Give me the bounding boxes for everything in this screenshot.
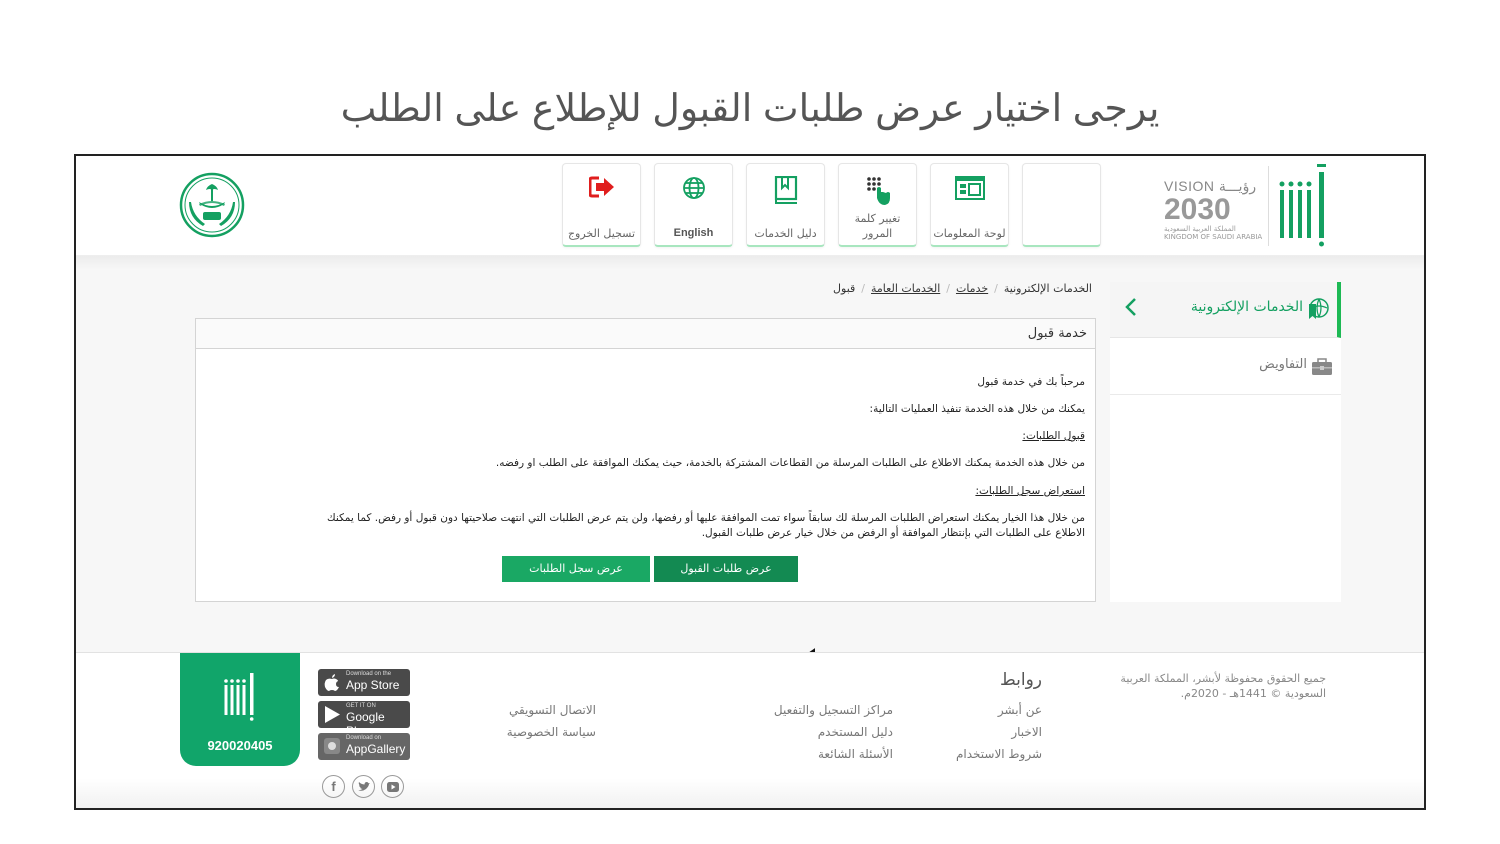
welcome-text: مرحباً بك في خدمة قبول xyxy=(977,376,1085,388)
footer-link-about[interactable]: عن أبشر xyxy=(998,703,1042,717)
vision-year: 2030 xyxy=(1164,193,1231,226)
view-requests-log-button[interactable]: عرض سجل الطلبات xyxy=(502,556,650,582)
breadcrumb: الخدمات الإلكترونية/خدمات/الخدمات العامة… xyxy=(833,282,1092,295)
section-requests-log-text-1: من خلال هذا الخيار يمكنك استعراض الطلبات… xyxy=(326,512,1085,524)
absher-logo[interactable] xyxy=(1274,164,1334,248)
footer-link-terms[interactable]: شروط الاستخدام xyxy=(956,747,1042,761)
service-panel: خدمة قبول مرحباً بك في خدمة قبول يمكنك م… xyxy=(195,318,1096,602)
section-requests-log-text-2: الاطلاع على الطلبات التي بإنتظار الموافق… xyxy=(701,527,1085,539)
briefcase-icon xyxy=(1312,358,1332,375)
breadcrumb-current: قبول xyxy=(833,282,856,295)
app-store-badge[interactable]: Download on the App Store xyxy=(318,669,410,696)
tile-label: دليل الخدمات xyxy=(754,227,817,240)
tile-dashboard[interactable]: لوحة المعلومات xyxy=(930,163,1009,247)
tile-services-guide[interactable]: دليل الخدمات xyxy=(746,163,825,247)
site-footer: جميع الحقوق محفوظة لأبشر، المملكة العربي… xyxy=(76,652,1424,808)
main-content-area: الخدمات الإلكترونية/خدمات/الخدمات العامة… xyxy=(76,256,1424,710)
app-gallery-badge[interactable]: Download on AppGallery xyxy=(318,733,410,760)
store-name: App Store xyxy=(346,678,400,692)
tile-label: تسجيل الخروج xyxy=(567,227,636,240)
footer-link-marketing-contact[interactable]: الاتصال التسويقي xyxy=(509,703,596,717)
footer-links-title: روابط xyxy=(999,670,1042,690)
dashboard-icon xyxy=(954,176,985,200)
globe-icon xyxy=(682,177,705,199)
footer-link-news[interactable]: الاخبار xyxy=(1011,725,1042,739)
breadcrumb-link-general-services[interactable]: الخدمات العامة xyxy=(871,282,940,295)
copyright-text: جميع الحقوق محفوظة لأبشر، المملكة العربي… xyxy=(1120,672,1326,700)
intro-text: يمكنك من خلال هذه الخدمة تنفيذ العمليات … xyxy=(869,403,1085,415)
apple-icon xyxy=(324,674,339,691)
tile-logout[interactable]: تسجيل الخروج xyxy=(562,163,641,247)
store-small-text: GET IT ON xyxy=(346,703,376,709)
section-requests-log-title: استعراض سجل الطلبات: xyxy=(975,485,1085,497)
sidebar-item-e-services[interactable]: الخدمات الإلكترونية xyxy=(1110,282,1341,338)
footer-link-faq[interactable]: الأسئلة الشائعة xyxy=(818,747,893,761)
tile-english[interactable]: English xyxy=(654,163,733,247)
panel-title: خدمة قبول xyxy=(196,319,1095,349)
globe-bookmark-icon xyxy=(1309,298,1329,319)
store-small-text: Download on the xyxy=(346,671,392,677)
chevron-left-icon[interactable] xyxy=(1124,296,1138,318)
twitter-icon[interactable] xyxy=(352,775,375,798)
tile-change-password[interactable]: تغيير كلمة المرور xyxy=(838,163,917,247)
youtube-icon[interactable] xyxy=(381,775,404,798)
footer-link-registration-centers[interactable]: مراكز التسجيل والتفعيل xyxy=(774,703,893,717)
store-small-text: Download on xyxy=(346,735,382,741)
vision-kingdom-ar: المملكة العربية السعودية xyxy=(1164,225,1236,233)
section-accept-requests-text: من خلال هذه الخدمة يمكنك الاطلاع على الط… xyxy=(495,457,1085,469)
header-quick-tiles: لوحة المعلومات تغيير كلمة المرور دليل ال… xyxy=(561,163,1101,247)
sidebar-item-delegations[interactable]: التفاويض xyxy=(1110,338,1341,395)
vision-kingdom-en: KINGDOM OF SAUDI ARABIA xyxy=(1164,233,1263,241)
sidebar-item-label: التفاويض xyxy=(1259,357,1307,372)
tile-label: لوحة المعلومات xyxy=(933,227,1006,240)
tile-blank[interactable] xyxy=(1022,163,1101,247)
book-icon xyxy=(774,176,797,204)
absher-contact-card: 920020405 xyxy=(180,653,300,766)
sidebar-item-label: الخدمات الإلكترونية xyxy=(1190,299,1303,315)
browser-screenshot-frame: VISION رؤيـــة 2030 المملكة العربية السع… xyxy=(74,154,1426,810)
view-accept-requests-button[interactable]: عرض طلبات القبول xyxy=(654,556,798,582)
google-play-badge[interactable]: GET IT ON Google Play xyxy=(318,701,410,738)
tile-label: English xyxy=(673,227,714,239)
store-name: AppGallery xyxy=(346,742,406,756)
site-header: VISION رؤيـــة 2030 المملكة العربية السع… xyxy=(76,156,1424,256)
tile-label: تغيير كلمة المرور xyxy=(854,212,901,240)
play-icon xyxy=(325,706,340,723)
section-accept-requests-title: قبول الطلبات: xyxy=(1022,430,1085,442)
ministry-emblem xyxy=(179,172,245,238)
logo-divider xyxy=(1268,166,1269,246)
breadcrumb-item: الخدمات الإلكترونية xyxy=(1003,282,1092,295)
footer-link-user-guide[interactable]: دليل المستخدم xyxy=(818,725,893,739)
absher-logo-white xyxy=(224,673,254,721)
huawei-icon xyxy=(324,738,340,754)
brand-logos: VISION رؤيـــة 2030 المملكة العربية السع… xyxy=(1159,164,1334,248)
logout-icon xyxy=(588,176,614,198)
footer-link-privacy[interactable]: سياسة الخصوصية xyxy=(507,725,596,739)
breadcrumb-link-services[interactable]: خدمات xyxy=(956,282,988,295)
sidebar: الخدمات الإلكترونية التفاويض xyxy=(1110,282,1341,602)
vision-2030-logo: VISION رؤيـــة 2030 المملكة العربية السع… xyxy=(1164,178,1264,248)
support-phone-number[interactable]: 920020405 xyxy=(180,738,300,753)
slide-instruction-title: يرجى اختيار عرض طلبات القبول للإطلاع على… xyxy=(340,88,1160,130)
facebook-icon[interactable]: f xyxy=(322,775,345,798)
keypad-hand-icon xyxy=(866,177,890,205)
